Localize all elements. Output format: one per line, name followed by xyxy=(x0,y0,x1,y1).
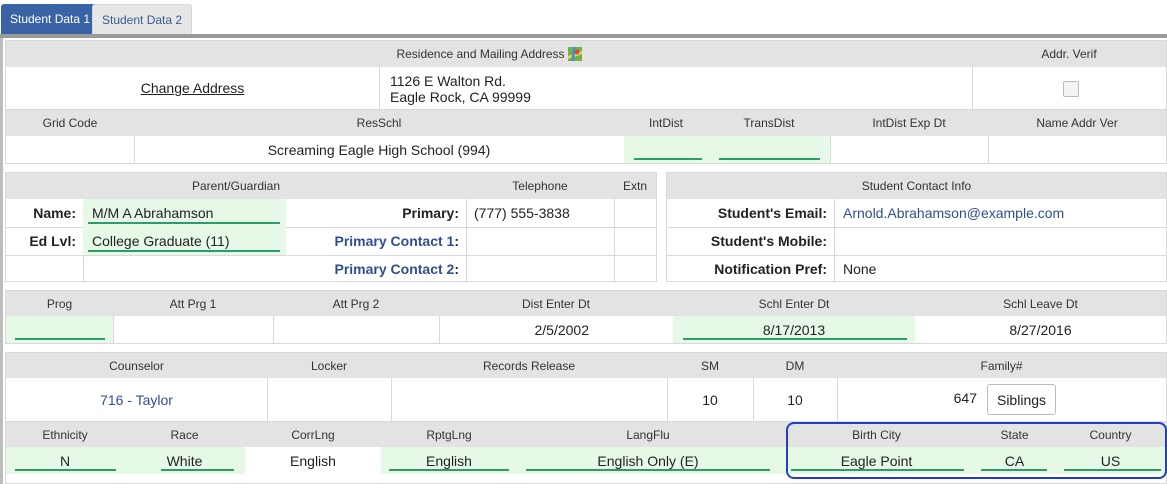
address-line-1: 1126 E Walton Rd. xyxy=(390,73,506,89)
address-block: 1126 E Walton Rd. Eagle Rock, CA 99999 xyxy=(390,71,950,107)
primary-phone-value: (777) 555-3838 xyxy=(474,205,570,221)
primary-contact-1-colon: : xyxy=(454,233,459,249)
birth-location-highlight xyxy=(786,422,1167,479)
col-intdist: IntDist xyxy=(648,116,683,130)
primary-contact-1-link[interactable]: Primary Contact 1 xyxy=(335,233,455,249)
col-counselor: Counselor xyxy=(109,358,164,373)
address-header-row: Residence and Mailing Address Addr. Veri… xyxy=(6,41,1166,67)
corrlng-value: English xyxy=(290,452,336,469)
parent-guardian-header: Parent/Guardian xyxy=(191,179,281,193)
tab-divider xyxy=(0,34,1167,38)
schl-enter-dt-value: 8/17/2013 xyxy=(762,321,826,338)
student-contact-section: Student Contact Info Student's Email: Ar… xyxy=(666,172,1167,283)
dm-value: 10 xyxy=(787,392,803,408)
col-att-prg-2: Att Prg 2 xyxy=(332,296,380,311)
address-section: Residence and Mailing Address Addr. Veri… xyxy=(5,40,1167,164)
parent-guardian-section: Parent/Guardian Telephone Extn Name: M/M… xyxy=(5,172,657,283)
langflu-value: English Only (E) xyxy=(597,452,699,469)
col-rptglng: RptgLng xyxy=(426,427,472,442)
resschl-value: Screaming Eagle High School (994) xyxy=(267,141,491,158)
name-label: Name: xyxy=(33,205,76,221)
tab-student-data-2[interactable]: Student Data 2 xyxy=(92,4,193,35)
col-dm: DM xyxy=(785,358,805,373)
primary-contact-2[interactable]: Primary Contact 2: xyxy=(286,255,460,283)
left-border xyxy=(0,38,3,484)
address-cols-header: Grid Code ResSchl IntDist TransDist IntD… xyxy=(6,110,1166,136)
addr-verif-header: Addr. Verif xyxy=(1041,47,1097,61)
notification-pref-label: Notification Pref: xyxy=(714,261,827,277)
col-race: Race xyxy=(170,427,199,442)
addr-verif-checkbox[interactable] xyxy=(1063,81,1079,97)
primary-label: Primary: xyxy=(402,205,459,221)
col-att-prg-1: Att Prg 1 xyxy=(169,296,217,311)
counselor-section: Counselor Locker Records Release SM DM F… xyxy=(5,352,1167,422)
col-prog: Prog xyxy=(46,296,73,311)
map-icon[interactable] xyxy=(567,47,582,61)
sm-value: 10 xyxy=(702,392,718,408)
race-value: White xyxy=(166,452,203,469)
col-family: Family# xyxy=(980,358,1023,373)
student-mobile-label: Student's Mobile: xyxy=(710,233,827,249)
extn-header: Extn xyxy=(622,179,647,193)
siblings-button[interactable]: Siblings xyxy=(987,384,1056,415)
col-grid-code: Grid Code xyxy=(42,116,98,130)
col-schl-enter-dt: Schl Enter Dt xyxy=(758,296,830,311)
col-intdist-exp-dt: IntDist Exp Dt xyxy=(872,116,946,130)
schl-leave-dt-value: 8/27/2016 xyxy=(1009,321,1072,338)
edlvl-label: Ed Lvl: xyxy=(29,233,76,249)
parent-name-value: M/M A Abrahamson xyxy=(92,205,214,221)
col-ethnicity: Ethnicity xyxy=(42,427,88,442)
primary-contact-2-link[interactable]: Primary Contact 2 xyxy=(335,261,455,277)
program-section: Prog Att Prg 1 Att Prg 2 Dist Enter Dt S… xyxy=(5,290,1167,344)
counselor-value[interactable]: 716 - Taylor xyxy=(100,392,173,408)
ethnicity-value: N xyxy=(59,452,71,469)
col-name-addr-ver: Name Addr Ver xyxy=(1036,116,1118,130)
col-transdist: TransDist xyxy=(743,116,795,130)
tab-student-data-1[interactable]: Student Data 1 xyxy=(1,4,100,34)
student-email-value[interactable]: Arnold.Abrahamson@example.com xyxy=(843,205,1064,221)
family-value: 647 xyxy=(953,390,977,406)
col-locker: Locker xyxy=(310,358,348,373)
change-address-link[interactable]: Change Address xyxy=(141,80,245,96)
col-dist-enter-dt: Dist Enter Dt xyxy=(521,296,590,311)
col-records-release: Records Release xyxy=(482,358,576,373)
address-header: Residence and Mailing Address xyxy=(396,47,565,61)
primary-contact-1[interactable]: Primary Contact 1: xyxy=(286,227,460,255)
col-resschl: ResSchl xyxy=(356,116,402,130)
telephone-header: Telephone xyxy=(512,179,568,193)
col-schl-leave-dt: Schl Leave Dt xyxy=(1003,296,1078,311)
address-line-2: Eagle Rock, CA 99999 xyxy=(390,89,531,105)
edlvl-value: College Graduate (11) xyxy=(92,233,230,249)
rptglng-value: English xyxy=(426,452,472,469)
notification-pref-value: None xyxy=(843,261,877,277)
col-langflu: LangFlu xyxy=(626,427,670,442)
dist-enter-dt-value: 2/5/2002 xyxy=(534,321,590,338)
student-contact-header: Student Contact Info xyxy=(861,179,972,193)
col-sm: SM xyxy=(701,358,719,373)
tab-bar: Student Data 1 Student Data 2 xyxy=(0,0,1167,36)
primary-contact-2-colon: : xyxy=(454,261,459,277)
student-email-label: Student's Email: xyxy=(717,205,827,221)
col-corrlng: CorrLng xyxy=(291,427,335,442)
